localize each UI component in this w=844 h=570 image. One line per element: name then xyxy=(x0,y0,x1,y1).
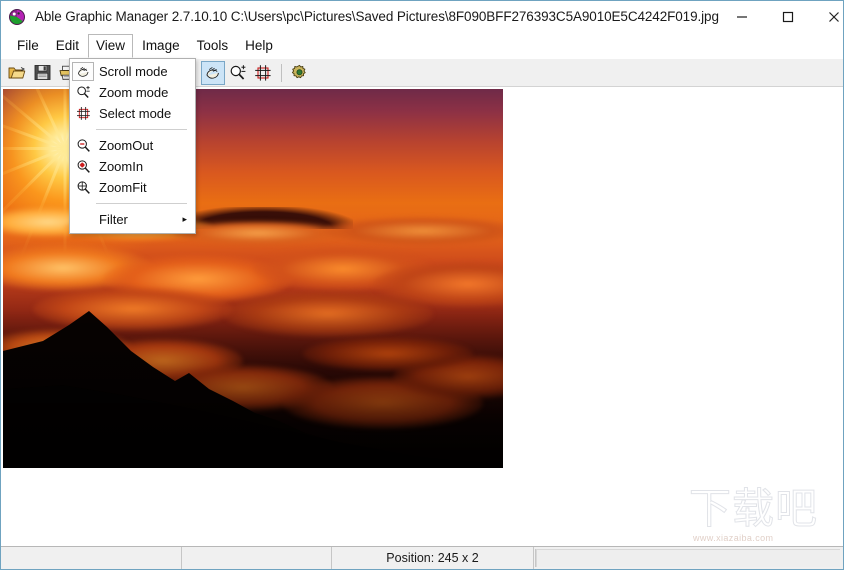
zoom-plusminus-icon xyxy=(72,83,94,102)
gear-icon[interactable] xyxy=(287,61,311,85)
status-bar: Position: 245 x 2 xyxy=(1,546,843,569)
hand-scroll-icon xyxy=(72,62,94,81)
toolbar-separator-4 xyxy=(281,63,282,82)
zoom-mode-button[interactable] xyxy=(226,61,250,85)
no-icon-placeholder xyxy=(72,210,94,229)
menu-item-zoom-mode[interactable]: Zoom mode xyxy=(70,82,195,103)
menu-item-label: ZoomFit xyxy=(99,180,147,195)
title-bar: Able Graphic Manager 2.7.10.10 C:\Users\… xyxy=(1,1,843,32)
menu-tools[interactable]: Tools xyxy=(189,34,237,58)
zoom-in-icon xyxy=(72,157,94,176)
minimize-button[interactable] xyxy=(719,1,765,32)
select-mode-button[interactable] xyxy=(251,61,275,85)
open-file-button[interactable] xyxy=(5,61,29,85)
menu-item-filter[interactable]: Filter ▸ xyxy=(70,209,195,230)
status-progress-cell xyxy=(535,549,840,567)
zoom-out-icon xyxy=(72,136,94,155)
menu-item-zoom-in[interactable]: ZoomIn xyxy=(70,156,195,177)
menu-view[interactable]: View xyxy=(88,33,134,58)
menu-item-scroll-mode[interactable]: Scroll mode xyxy=(70,61,195,82)
menu-item-label: Select mode xyxy=(99,106,172,121)
close-button[interactable] xyxy=(811,1,843,32)
application-window: Able Graphic Manager 2.7.10.10 C:\Users\… xyxy=(0,0,844,570)
menu-item-zoom-out[interactable]: ZoomOut xyxy=(70,135,195,156)
zoom-fit-icon xyxy=(72,178,94,197)
menu-bar: File Edit View Image Tools Help xyxy=(1,32,843,59)
menu-help[interactable]: Help xyxy=(237,34,281,58)
menu-item-label: Filter xyxy=(99,212,128,227)
menu-image[interactable]: Image xyxy=(134,34,188,58)
view-dropdown-menu: Scroll mode Zoom mode Select mode ZoomOu… xyxy=(69,58,196,234)
menu-file[interactable]: File xyxy=(9,34,47,58)
menu-item-zoom-fit[interactable]: ZoomFit xyxy=(70,177,195,198)
status-cell-2 xyxy=(182,547,332,569)
status-position: Position: 245 x 2 xyxy=(332,547,534,569)
scroll-mode-button[interactable] xyxy=(201,60,225,85)
save-file-button[interactable] xyxy=(30,61,54,85)
menu-item-label: Zoom mode xyxy=(99,85,169,100)
maximize-button[interactable] xyxy=(765,1,811,32)
window-controls xyxy=(719,1,843,32)
menu-item-select-mode[interactable]: Select mode xyxy=(70,103,195,124)
menu-separator xyxy=(96,129,187,130)
menu-item-label: Scroll mode xyxy=(99,64,168,79)
window-title: Able Graphic Manager 2.7.10.10 C:\Users\… xyxy=(35,9,719,24)
menu-item-label: ZoomIn xyxy=(99,159,144,174)
menu-item-label: ZoomOut xyxy=(99,138,154,153)
palette-icon xyxy=(8,8,26,26)
crop-select-icon xyxy=(72,104,94,123)
menu-separator xyxy=(96,203,187,204)
menu-edit[interactable]: Edit xyxy=(48,34,87,58)
chevron-right-icon: ▸ xyxy=(182,214,187,224)
status-cell-1 xyxy=(1,547,182,569)
